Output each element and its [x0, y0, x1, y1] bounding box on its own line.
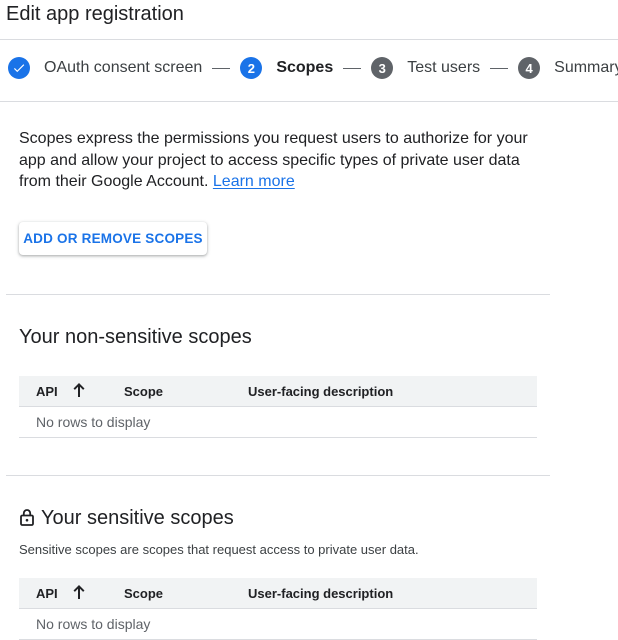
non-sensitive-scopes-table: API Scope User-facing description No row… [19, 376, 537, 438]
arrow-up-icon[interactable] [72, 584, 86, 603]
section-divider [6, 475, 550, 476]
learn-more-link[interactable]: Learn more [213, 173, 295, 190]
column-api[interactable]: API [19, 584, 124, 603]
step-test-users[interactable]: Test users [407, 59, 480, 77]
step-4-number[interactable]: 4 [518, 57, 541, 79]
column-api-label: API [36, 383, 58, 399]
sensitive-scopes-title: Your sensitive scopes [19, 506, 234, 532]
add-remove-scopes-button[interactable]: ADD OR REMOVE SCOPES [19, 222, 207, 255]
step-oauth-consent-screen[interactable]: OAuth consent screen [44, 59, 202, 77]
step-1-check-icon[interactable] [8, 57, 30, 79]
column-scope: Scope [124, 585, 164, 601]
non-sensitive-scopes-title: Your non-sensitive scopes [19, 326, 252, 348]
page-title: Edit app registration [6, 3, 184, 25]
sensitive-scopes-title-text: Your sensitive scopes [41, 507, 234, 529]
header-divider [0, 39, 618, 40]
arrow-up-icon[interactable] [72, 382, 86, 401]
table-header: API Scope User-facing description [19, 578, 537, 609]
step-connector [490, 67, 509, 69]
check-icon [13, 64, 25, 73]
step-3-number[interactable]: 3 [371, 57, 394, 79]
sensitive-scopes-table: API Scope User-facing description No row… [19, 578, 537, 640]
empty-table-message: No rows to display [19, 407, 537, 438]
table-header: API Scope User-facing description [19, 376, 537, 407]
stepper: OAuth consent screen 2 Scopes 3 Test use… [8, 56, 618, 80]
step-scopes[interactable]: Scopes [276, 59, 333, 77]
column-user-facing-description: User-facing description [248, 383, 394, 399]
step-2-number[interactable]: 2 [240, 57, 263, 79]
step-connector [343, 67, 362, 69]
stepper-divider [0, 101, 618, 102]
empty-table-message: No rows to display [19, 609, 537, 640]
lock-icon [19, 508, 35, 532]
scopes-intro: Scopes express the permissions you reque… [19, 128, 539, 193]
section-divider [6, 294, 550, 295]
step-summary[interactable]: Summary [554, 59, 618, 77]
column-api[interactable]: API [19, 382, 124, 401]
column-user-facing-description: User-facing description [248, 585, 394, 601]
column-api-label: API [36, 585, 58, 601]
column-scope: Scope [124, 383, 164, 399]
sensitive-scopes-description: Sensitive scopes are scopes that request… [19, 542, 419, 557]
step-connector [212, 67, 231, 69]
